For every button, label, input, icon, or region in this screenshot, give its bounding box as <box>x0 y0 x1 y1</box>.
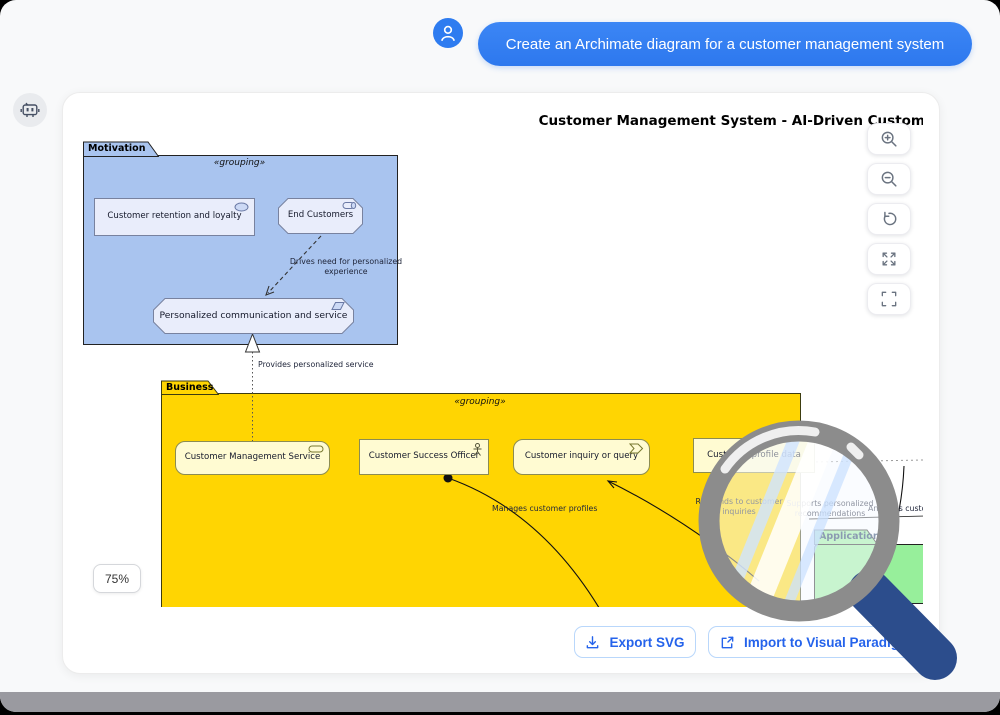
element-business-role[interactable]: Customer Success Officer <box>359 439 489 475</box>
service-icon <box>308 445 324 453</box>
reset-view-button[interactable] <box>867 203 911 235</box>
expand-icon <box>879 249 899 269</box>
export-svg-button[interactable]: Export SVG <box>574 626 696 658</box>
actor-icon <box>472 443 483 456</box>
zoom-controls <box>867 123 911 315</box>
relation-label-responds: Responds to customer inquiries <box>687 497 791 517</box>
element-driver[interactable]: Customer retention and loyalty <box>94 198 255 236</box>
zoom-level-badge: 75% <box>93 564 141 593</box>
relation-label-drives: Drives need for personalized experience <box>279 257 413 277</box>
expand-button[interactable] <box>867 243 911 275</box>
screenshot-stage: Create an Archimate diagram for a custom… <box>0 0 1000 715</box>
fit-view-icon <box>879 289 899 309</box>
role-icon <box>342 201 358 210</box>
reset-icon <box>879 209 899 229</box>
zoom-out-icon <box>879 169 899 189</box>
user-avatar <box>433 18 463 48</box>
element-business-service[interactable]: Customer Management Service <box>175 441 330 475</box>
person-icon <box>437 22 459 44</box>
diagram-title: Customer Management System - AI-Driven C… <box>539 113 923 129</box>
zoom-out-button[interactable] <box>867 163 911 195</box>
external-link-icon <box>720 635 735 650</box>
element-business-object[interactable]: Customer profile data <box>693 438 815 473</box>
diagram-card: Motivation «grouping» Business «grouping… <box>62 92 940 674</box>
download-icon <box>585 635 600 650</box>
user-message-bubble: Create an Archimate diagram for a custom… <box>478 22 972 66</box>
relation-label-manages: Manages customer profiles <box>492 504 597 514</box>
driver-icon <box>234 202 249 212</box>
zoom-in-button[interactable] <box>867 123 911 155</box>
window-bottom-band <box>0 692 1000 712</box>
diagram-viewport[interactable]: Motivation «grouping» Business «grouping… <box>79 109 923 607</box>
zoom-in-icon <box>879 129 899 149</box>
bot-avatar <box>13 93 47 127</box>
robot-icon <box>20 100 40 120</box>
element-stakeholder[interactable]: End Customers <box>278 198 363 234</box>
import-visual-paradigm-button[interactable]: Import to Visual Paradigm <box>708 626 923 658</box>
fit-view-button[interactable] <box>867 283 911 315</box>
element-outcome[interactable]: Personalized communication and service <box>153 298 354 334</box>
relation-label-provides: Provides personalized service <box>258 360 374 370</box>
relation-label-analyzes: Analyzes customer data <box>868 504 923 514</box>
event-icon <box>629 443 644 454</box>
element-business-event[interactable]: Customer inquiry or query <box>513 439 650 475</box>
relationship-lines <box>79 109 923 607</box>
app-window: Create an Archimate diagram for a custom… <box>0 0 1000 712</box>
